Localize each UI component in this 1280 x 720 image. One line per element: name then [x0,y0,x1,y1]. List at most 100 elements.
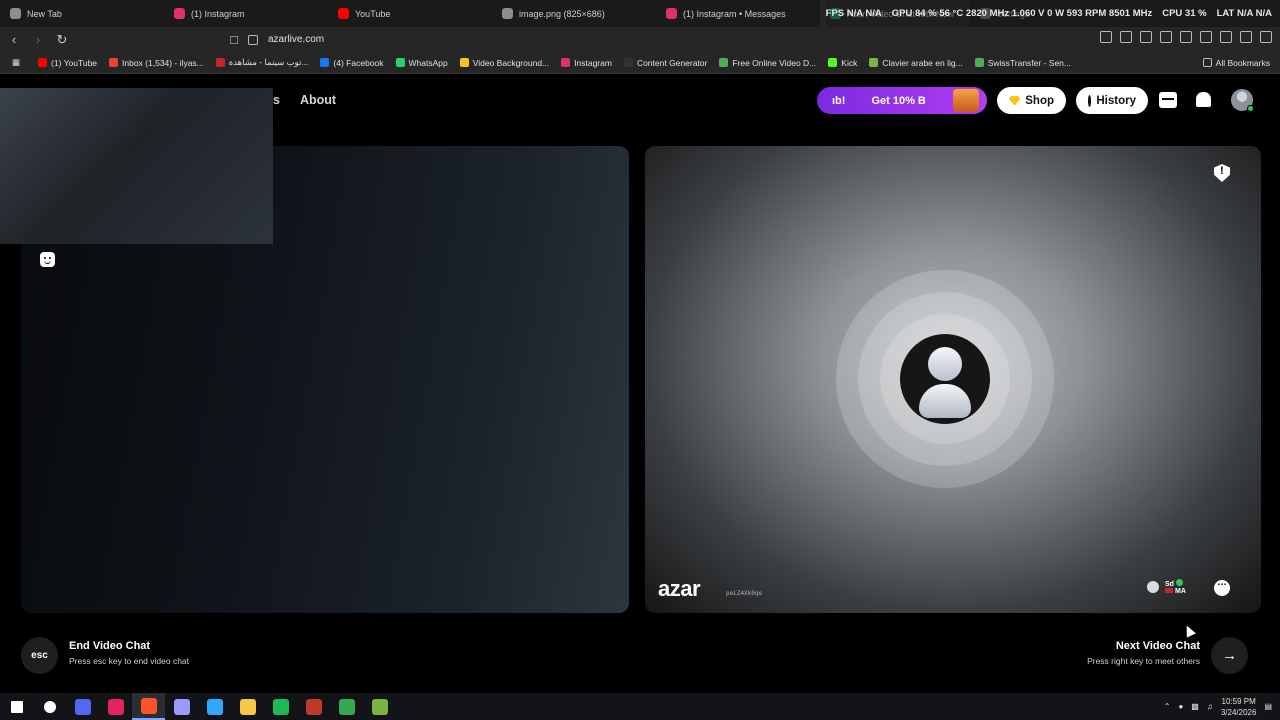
azar-logo: azar [658,576,701,601]
profile-avatar[interactable] [1231,89,1254,112]
shop-button[interactable]: Shop [997,87,1066,114]
bookmark-item[interactable]: Content Generator [618,57,713,68]
taskbar-app[interactable] [99,693,132,720]
brave-browser-icon [140,697,157,714]
bookmark-item[interactable]: (1) YouTube [32,57,103,68]
history-button[interactable]: History [1076,87,1148,114]
extension-icon[interactable] [1120,31,1132,43]
media-icon[interactable] [1160,31,1172,43]
tab-label: (1) Instagram [191,8,245,19]
next-chat-title[interactable]: Next Video Chat [1116,640,1200,652]
partner-info[interactable]: Sd MA [1147,579,1186,595]
tab-label: (1) Instagram • Messages [683,8,786,19]
inbox-icon[interactable] [1159,92,1177,108]
extension-icon[interactable] [1100,31,1112,43]
toolbar-icons [1100,31,1272,43]
report-icon[interactable] [1214,164,1230,182]
bookmark-item[interactable]: Instagram [555,57,618,68]
bookmark-item[interactable]: Inbox (1,534) - ilyas... [103,57,210,68]
forward-icon[interactable]: › [28,30,48,50]
all-bookmarks[interactable]: All Bookmarks [1197,58,1276,68]
avatar-body [919,384,971,418]
tab-label: YouTube [355,8,391,19]
bookmark-item[interactable]: Clavier arabe en lig... [863,57,968,68]
bookmark-favicon-icon [974,58,984,67]
tab-1[interactable]: (1) Instagram [164,0,328,27]
taskbar-app[interactable] [33,693,66,720]
volume-icon[interactable]: ♫ [1207,702,1213,711]
leo-ai-icon[interactable] [1220,31,1232,43]
taskbar-app[interactable] [363,693,396,720]
self-camera-preview [0,88,273,244]
bookmark-favicon-icon [459,58,469,67]
site-info-icon[interactable] [248,34,258,45]
taskbar-app[interactable] [165,693,198,720]
taskbar-app[interactable] [231,693,264,720]
tab-2[interactable]: YouTube [328,0,492,27]
promo-banner[interactable]: ıb! Get 10% B [817,87,987,114]
taskbar-app[interactable] [297,693,330,720]
nav-link-partial[interactable]: s [273,93,280,107]
bookmark-favicon-icon [561,58,571,67]
premiere-icon [173,698,190,715]
end-chat-button[interactable]: esc [21,637,58,674]
all-bookmarks-label: All Bookmarks [1215,57,1270,68]
bookmark-favicon-icon [215,58,225,67]
taskbar-app[interactable] [264,693,297,720]
instagram-icon [174,8,185,19]
next-chat-button[interactable]: → [1211,637,1248,674]
end-chat-title[interactable]: End Video Chat [69,640,150,652]
taskbar-app[interactable] [330,693,363,720]
bookmark-item[interactable]: SwissTransfer - Sen... [969,57,1077,68]
notification-bell-icon[interactable] [1196,92,1211,107]
bookmark-favicon-icon [395,58,405,67]
bookmark-item[interactable]: Kick [822,57,863,68]
wallet-icon[interactable] [1200,31,1212,43]
bookmark-favicon-icon [109,58,119,67]
cpu-readout: CPU 31 % [1162,8,1207,19]
online-status-dot [1247,105,1254,112]
bookmark-label: (1) YouTube [51,57,98,68]
bookmark-label: Content Generator [636,57,708,68]
reload-icon[interactable]: ↻ [52,30,72,50]
bookmark-item[interactable]: توب سينما - مشاهدة... [210,57,315,68]
bookmark-label: Kick [841,57,858,68]
clock[interactable]: 10:59 PM 3/24/2026 [1221,696,1257,718]
bookmark-item[interactable]: WhatsApp [390,57,454,68]
taskbar-app[interactable] [66,693,99,720]
voicemeeter-icon [305,698,322,715]
address-bar-row: ‹ › ↻ □ azarlive.com [0,27,1280,52]
sidebar-icon[interactable] [1180,31,1192,43]
url-field[interactable]: azarlive.com [248,30,968,49]
tab-0[interactable]: New Tab [0,0,164,27]
apps-grid-icon[interactable]: ▦ [0,57,32,68]
arrow-right-icon: → [1222,647,1237,664]
tab-4[interactable]: (1) Instagram • Messages [656,0,820,27]
flag-icon [1165,588,1173,593]
bookmark-item[interactable]: (4) Facebook [314,57,389,68]
chat-icon[interactable] [1214,577,1230,596]
gpu-readout: GPU 84 % 56 °C 2820 MHz 1.060 V 0 W 593 … [891,8,1153,19]
bookmark-item[interactable]: Free Online Video D... [713,57,822,68]
bookmarks-bar: ▦ (1) YouTube Inbox (1,534) - ilyas... توب… [0,52,1280,74]
windows-taskbar [0,693,1280,720]
bookmark-item[interactable]: Video Background... [454,57,555,68]
effects-icon[interactable] [40,252,55,267]
network-icon[interactable]: ▩ [1191,702,1199,711]
bookmark-label: توب سينما - مشاهدة... [228,57,309,67]
taskbar-app[interactable] [132,693,165,720]
tab-3[interactable]: image.png (825×686) [492,0,656,27]
taskbar-app[interactable] [198,693,231,720]
bookmark-icon[interactable]: □ [224,30,244,50]
menu-icon[interactable] [1260,31,1272,43]
gem-icon [1009,95,1021,106]
back-icon[interactable]: ‹ [4,30,24,50]
spotify-icon [272,698,289,715]
taskbar-app[interactable] [0,693,33,720]
extensions-puzzle-icon[interactable] [1140,31,1152,43]
chevron-up-icon[interactable]: ⌃ [1164,702,1171,711]
shield-icon[interactable] [1240,31,1252,43]
nav-link-about[interactable]: About [300,93,336,107]
notification-center-icon[interactable]: ▤ [1264,702,1272,711]
microphone-icon[interactable]: ● [1178,702,1183,711]
